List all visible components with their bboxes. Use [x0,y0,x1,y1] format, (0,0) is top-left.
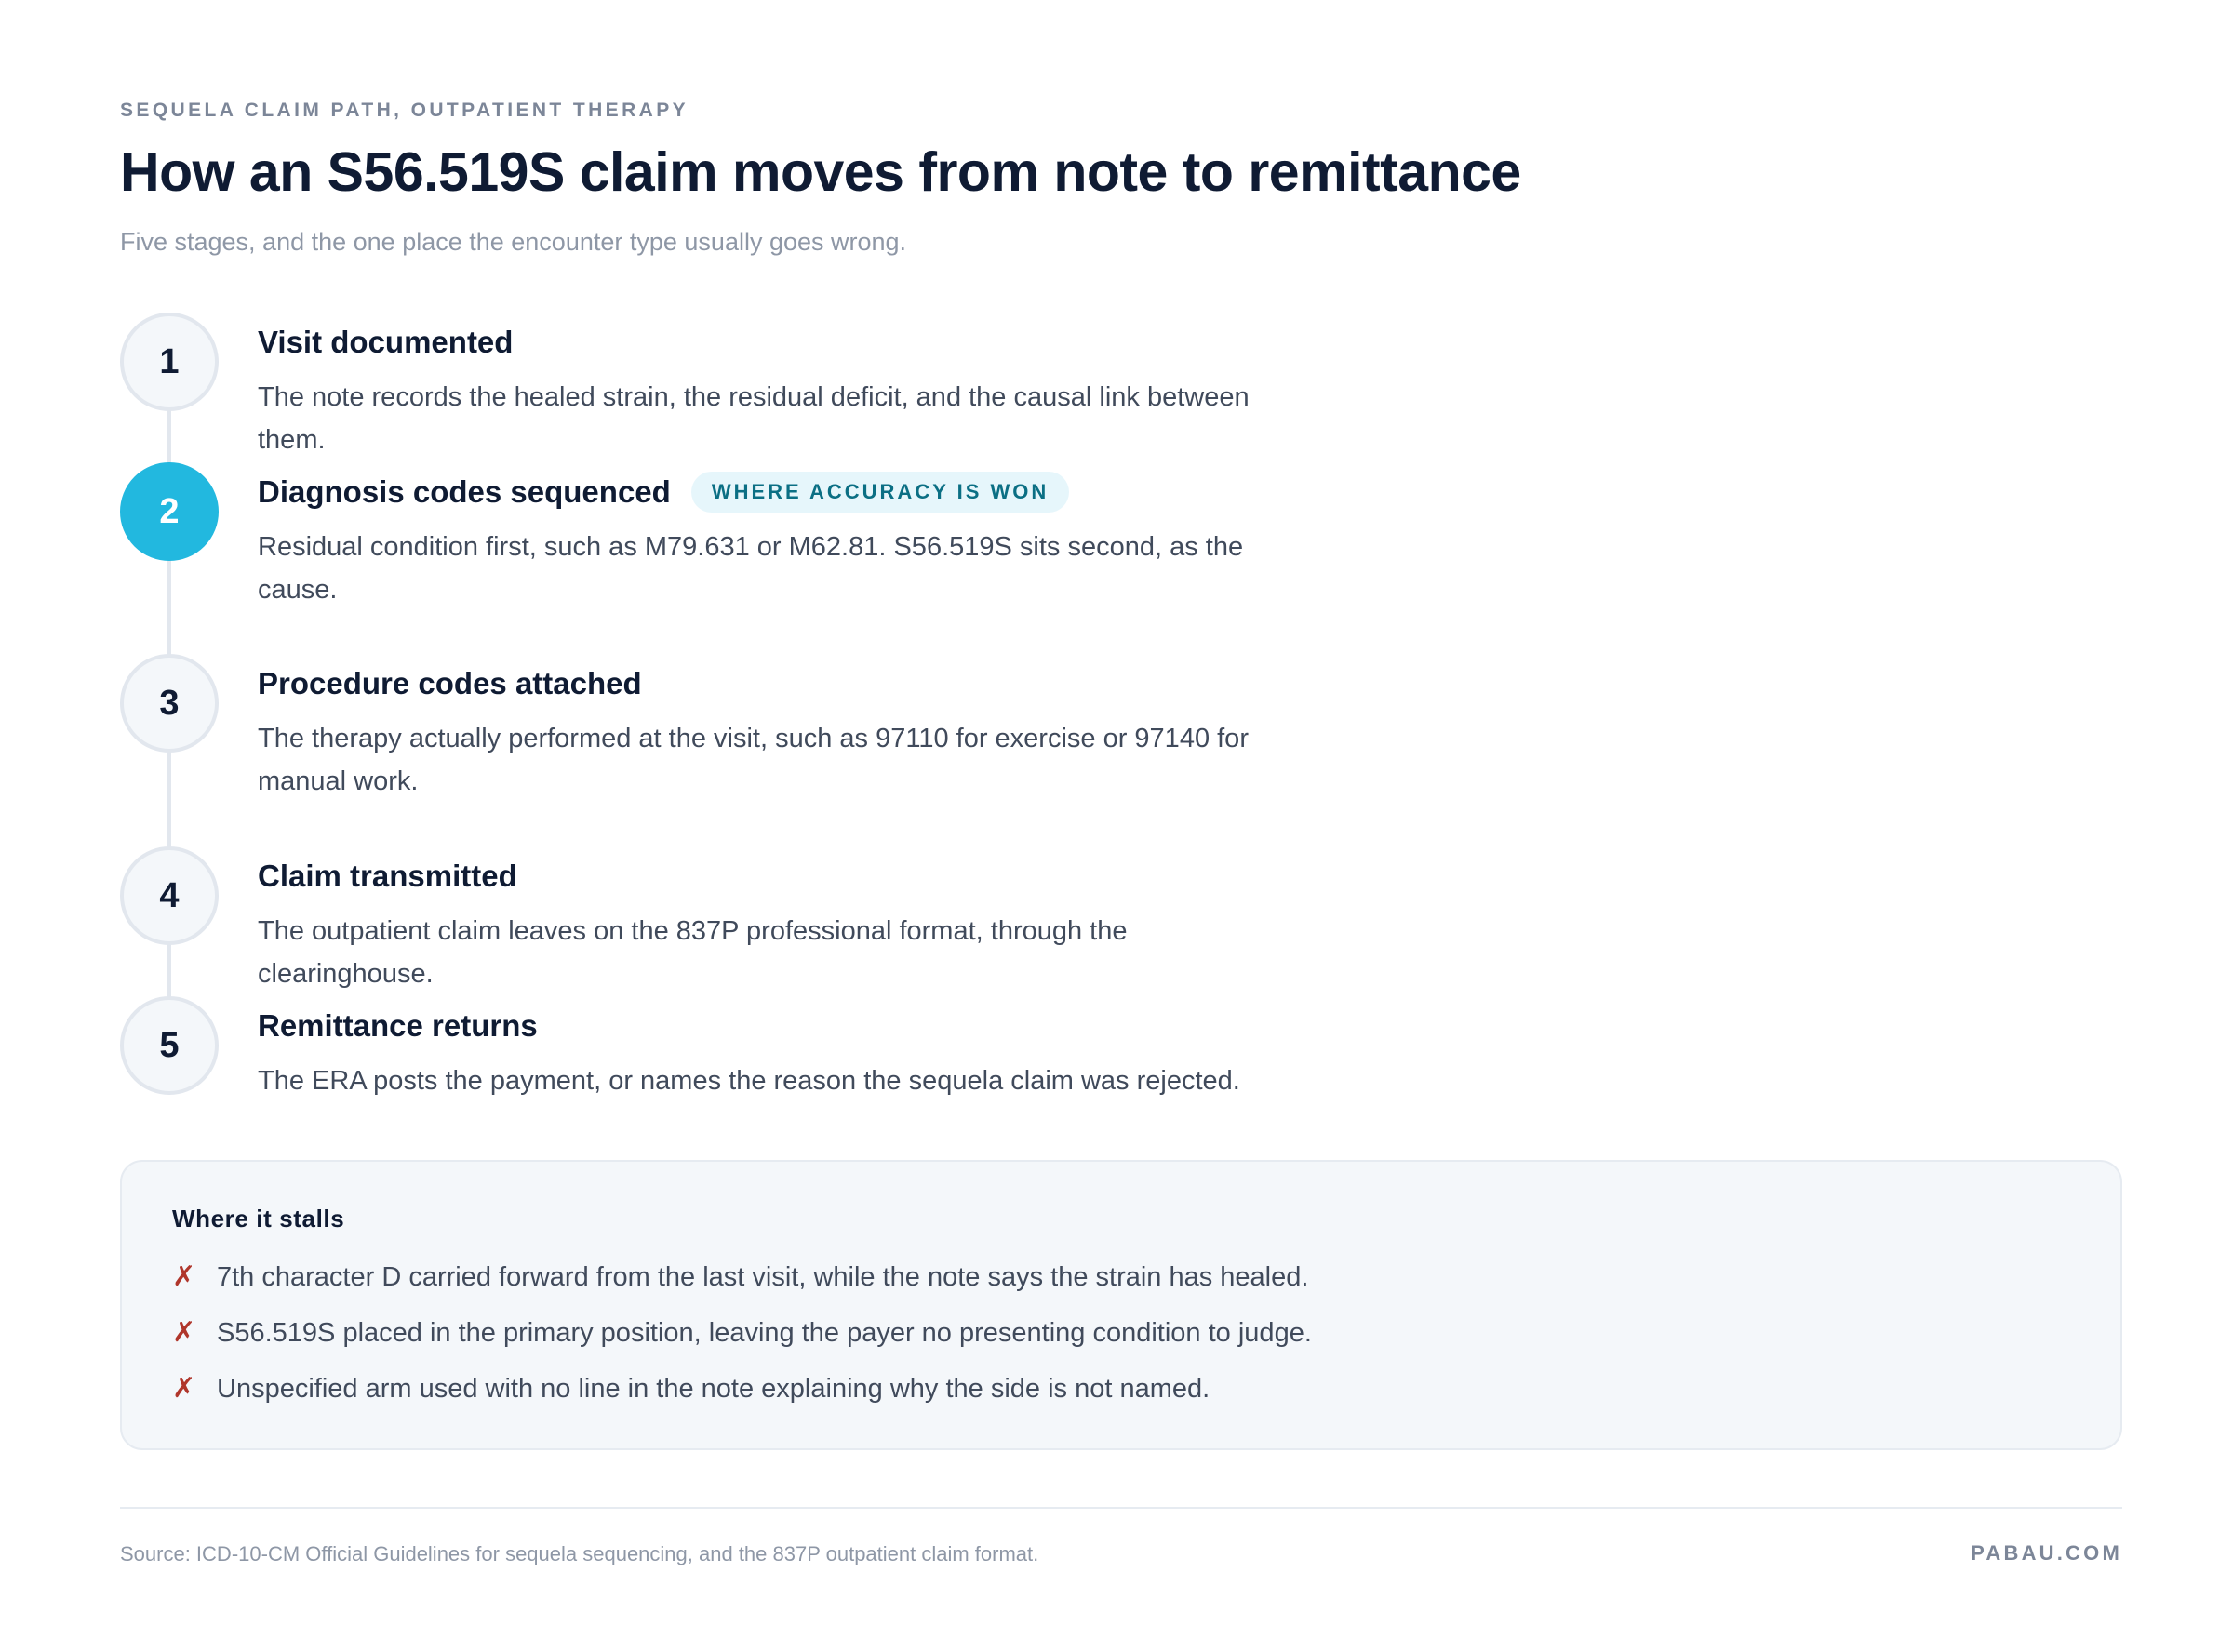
stall-item: ✗ 7th character D carried forward from t… [172,1259,1308,1296]
step-title: Remittance returns [258,1008,538,1043]
footer-divider [120,1507,2122,1509]
step-title: Claim transmitted [258,859,517,893]
stall-text: Unspecified arm used with no line in the… [217,1374,1210,1404]
step-description: The note records the healed strain, the … [258,382,1250,455]
step-number-circle: 3 [120,654,219,753]
step-title: Procedure codes attached [258,666,642,700]
cross-icon: ✗ [172,1261,196,1292]
cross-icon: ✗ [172,1317,196,1348]
page-subtitle: Five stages, and the one place the encou… [120,228,907,256]
step-description: The outpatient claim leaves on the 837P … [258,916,1128,989]
cross-icon: ✗ [172,1373,196,1404]
source-note: Source: ICD-10-CM Official Guidelines fo… [120,1542,1039,1565]
step-description: Residual condition first, such as M79.63… [258,532,1244,605]
where-it-stalls-panel: Where it stalls ✗ 7th character D carrie… [120,1160,2122,1450]
step-number-circle-active: 2 [120,462,219,561]
step-title: Diagnosis codes sequenced [258,474,671,509]
stalls-title: Where it stalls [172,1205,345,1232]
step-number-circle: 4 [120,846,219,945]
stall-item: ✗ Unspecified arm used with no line in t… [172,1370,1210,1407]
brand-wordmark: PABAU.COM [1971,1541,2122,1565]
step-description: The ERA posts the payment, or names the … [258,1066,1240,1096]
eyebrow: SEQUELA CLAIM PATH, OUTPATIENT THERAPY [120,100,689,121]
stall-item: ✗ S56.519S placed in the primary positio… [172,1314,1312,1352]
stall-text: 7th character D carried forward from the… [217,1262,1309,1292]
stall-text: S56.519S placed in the primary position,… [217,1318,1312,1348]
accuracy-badge: WHERE ACCURACY IS WON [690,472,1070,513]
header: SEQUELA CLAIM PATH, OUTPATIENT THERAPY H… [120,99,2126,257]
page-title: How an S56.519S claim moves from note to… [120,141,1521,203]
step-description: The therapy actually performed at the vi… [258,724,1249,796]
step-number-circle: 5 [120,996,219,1095]
step-number-circle: 1 [120,313,219,411]
step-title: Visit documented [258,325,514,359]
